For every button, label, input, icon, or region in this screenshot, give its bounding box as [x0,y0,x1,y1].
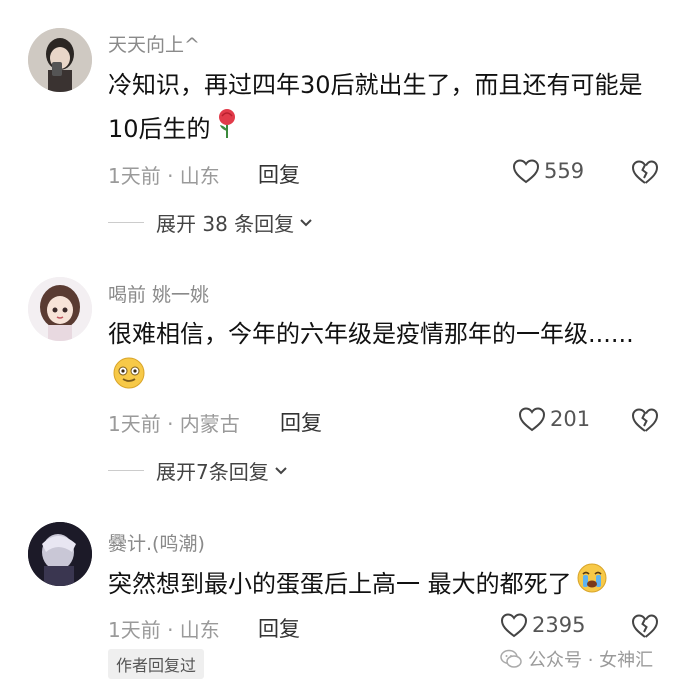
like-count: 559 [544,159,585,183]
like-count: 201 [550,407,591,431]
crying-icon [576,562,608,608]
avatar-girl-icon [28,277,92,341]
expand-divider [108,222,144,223]
comment-text: 突然想到最小的蛋蛋后上高一 最大的都死了 [108,562,668,608]
broken-heart-icon [631,160,659,184]
username[interactable]: 天天向上^ [108,30,200,57]
smile-icon [112,356,146,404]
comment-body: 冷知识，再过四年30后就出生了，而且还有可能是10后生的 [108,71,643,143]
reply-button[interactable]: 回复 [258,613,300,643]
chevron-down-icon [300,218,312,226]
heart-icon [512,159,540,184]
username[interactable]: 喝前 姚一姚 [108,280,209,307]
reply-button[interactable]: 回复 [258,159,300,189]
expand-label: 展开 38 条回复 [156,212,295,236]
expand-divider [108,470,144,471]
comment-body: 突然想到最小的蛋蛋后上高一 最大的都死了 [108,570,572,598]
avatar-dark-icon [28,522,92,586]
like-count: 2395 [532,613,586,637]
avatar[interactable] [28,277,92,341]
like-button[interactable]: 2395 [500,612,585,638]
broken-heart-icon [631,614,659,638]
like-button[interactable]: 201 [518,406,590,432]
like-button[interactable]: 559 [512,158,584,184]
avatar-photo-icon [28,28,92,92]
watermark: 公众号 · 女神汇 [500,646,653,672]
expand-replies-button[interactable]: 展开7条回复 [108,456,289,485]
avatar[interactable] [28,522,92,586]
dislike-button[interactable] [630,406,660,438]
chevron-down-icon [275,466,287,474]
comment-text: 冷知识，再过四年30后就出生了，而且还有可能是10后生的 [108,63,668,153]
broken-heart-icon [631,408,659,432]
expand-label: 展开7条回复 [156,460,269,484]
comment-meta: 1天前 · 内蒙古 [108,412,240,436]
comment-meta: 1天前 · 山东 [108,618,220,642]
author-replied-badge: 作者回复过 [108,649,205,679]
comment-body: 很难相信，今年的六年级是疫情那年的一年级...... [108,320,634,348]
heart-icon [500,613,528,638]
wechat-icon [500,649,522,668]
expand-replies-button[interactable]: 展开 38 条回复 [108,208,314,237]
dislike-button[interactable] [630,158,660,190]
comment-text: 很难相信，今年的六年级是疫情那年的一年级...... [108,312,668,404]
comment-meta: 1天前 · 山东 [108,164,220,188]
watermark-text: 公众号 · 女神汇 [528,650,654,671]
username[interactable]: 爨计.(鸣潮) [108,529,205,556]
avatar[interactable] [28,28,92,92]
heart-icon [518,407,546,432]
reply-button[interactable]: 回复 [280,407,322,437]
rose-icon [215,107,239,153]
dislike-button[interactable] [630,612,660,644]
